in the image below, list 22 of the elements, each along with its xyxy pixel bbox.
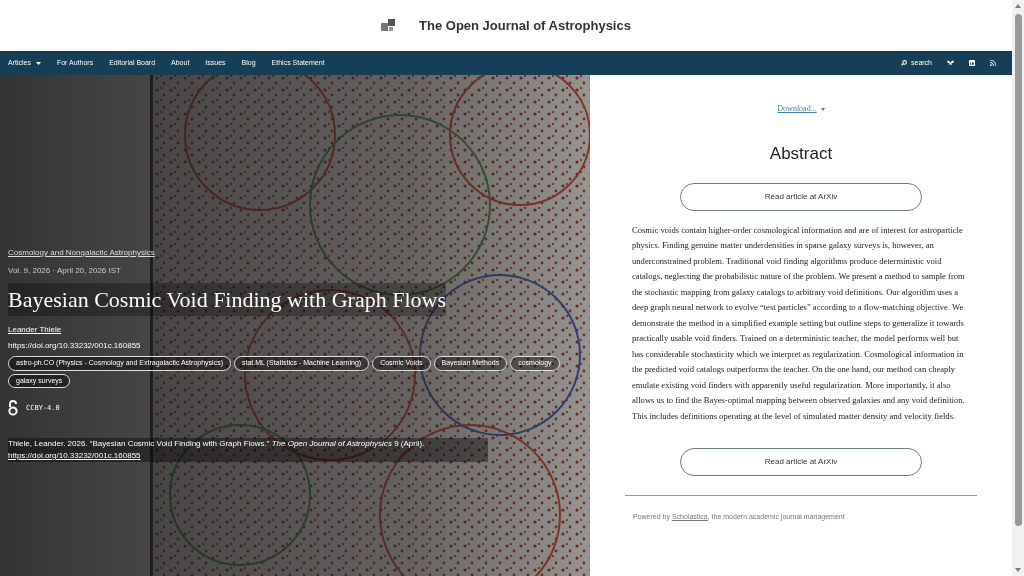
doi-text: https://doi.org/10.33232/001c.160855	[8, 340, 141, 352]
scrollbar-thumb[interactable]	[1014, 14, 1022, 526]
search-icon	[901, 60, 907, 66]
article-title: Bayesian Cosmic Void Finding with Graph Flows	[8, 283, 446, 316]
category-link[interactable]: Cosmology and Nongalactic Astrophysics	[8, 247, 155, 259]
open-access-icon	[8, 400, 18, 416]
caret-icon	[35, 61, 41, 65]
scrollbar[interactable]	[1012, 0, 1024, 576]
butterfly-icon[interactable]	[947, 60, 954, 66]
author-link[interactable]: Leander Thiele	[8, 324, 62, 336]
article-meta: Vol. 9, 2026 · April 20, 2026 IST	[8, 265, 121, 277]
rss-icon[interactable]	[990, 60, 996, 66]
scroll-down-icon[interactable]	[1015, 568, 1021, 572]
abstract-text: Cosmic voids contain higher-order cosmological information and are of interest for astroparticle physics. Finding genuine matter underdensities in sparse galaxy surveys is, however, an underconstrained problem. Traditional void finding algorithms produce deterministic void catalogs, neglecting the probabilistic nature of the problem. We present a method to sample from the stochastic mapping from galaxy catalogs to arbitrary void definitions. Our algorithm uses a deep graph neural network to evolve “test particles” according to a flow-matching objective. We demonstrate the method in a simplified example setting but outline steps to generalize it towards practically usable void finders. Trained on a deterministic teacher, the model performs well but has considerable stochasticity which we interpret as regularization. Cosmological information in the predicted void catalogs outperforms the teacher. On the one hand, our method can cheaply emulate existing void finders with apparently useful regularization. More importantly, it also allows us to find the Bayes-optimal mapping between observed galaxies and any void definition. This includes definitions operating at the level of simulated matter density and velocity fields.	[632, 223, 966, 423]
citation-text: Thiele, Leander. 2026. “Bayesian Cosmic Void Finding with Graph Flows.” The Open Journal of Astrophysics 9 (April). https://doi.org/10.33232/001c.160855	[8, 438, 488, 462]
scroll-up-icon[interactable]	[1015, 4, 1021, 8]
caret-icon	[820, 107, 825, 111]
journal-title[interactable]: The Open Journal of Astrophysics	[419, 15, 631, 36]
abstract-heading: Abstract	[769, 143, 833, 165]
doi-link[interactable]: https://doi.org/10.33232/001c.160855	[8, 451, 141, 460]
logo-icon[interactable]	[381, 18, 396, 33]
download-link[interactable]: Download...	[777, 103, 825, 115]
